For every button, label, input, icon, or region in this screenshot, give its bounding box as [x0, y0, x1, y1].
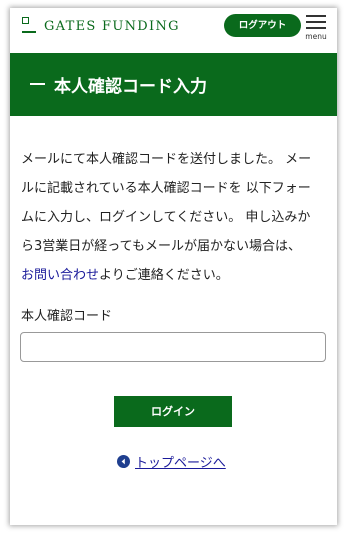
logout-button[interactable]: ログアウト [224, 14, 301, 37]
top-page-link[interactable]: トップページへ [117, 452, 226, 471]
message-line: ムに入力し、ログインしてください。 申し込みか [21, 210, 311, 225]
contact-link[interactable]: お問い合わせ [21, 268, 99, 283]
mobile-frame: GATES FUNDING ログアウト menu 本人確認コード入力 メールにて… [10, 8, 337, 525]
message-line: メールにて本人確認コードを送付しました。 メー [21, 152, 312, 167]
back-arrow-circle-icon [117, 455, 130, 468]
instruction-message: メールにて本人確認コードを送付しました。 メー ルに記載されている本人確認コード… [21, 145, 327, 290]
message-suffix: よりご連絡ください。 [99, 268, 229, 283]
page-title-band: 本人確認コード入力 [10, 53, 337, 116]
hamburger-icon [306, 15, 326, 17]
title-dash [30, 83, 45, 85]
menu-label: menu [305, 32, 327, 41]
message-line: お問い合わせよりご連絡ください。 [21, 261, 327, 290]
login-button[interactable]: ログイン [114, 396, 232, 427]
top-page-link-label: トップページへ [135, 456, 226, 471]
brand-logo[interactable]: GATES FUNDING [21, 17, 180, 35]
code-field-label: 本人確認コード [21, 309, 113, 324]
verification-code-input[interactable] [20, 332, 326, 362]
site-header: GATES FUNDING ログアウト menu [10, 8, 337, 52]
page-title: 本人確認コード入力 [54, 77, 207, 97]
logo-mark-icon [21, 17, 37, 35]
message-line: ら3営業日が経ってもメールが届かない場合は、 [21, 239, 301, 254]
message-line: ルに記載されている本人確認コードを 以下フォー [21, 181, 311, 196]
brand-name: GATES FUNDING [44, 18, 180, 34]
menu-button[interactable]: menu [304, 13, 328, 45]
